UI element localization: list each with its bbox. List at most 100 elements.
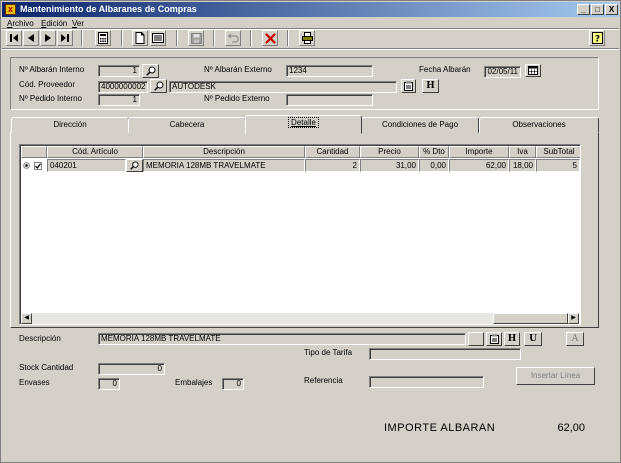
card-file-icon xyxy=(489,334,499,344)
horizontal-scrollbar[interactable]: ◀ ▶ xyxy=(21,313,579,324)
tab-direccion[interactable]: Dirección xyxy=(11,117,129,133)
albaran-externo-field[interactable]: 1234 xyxy=(286,65,373,77)
insertar-linea-button[interactable]: Insertar Línea xyxy=(516,367,595,385)
grid-cell-codigo[interactable]: 040201 xyxy=(47,159,126,172)
last-record-button[interactable] xyxy=(57,30,73,46)
embalajes-field[interactable]: 0 xyxy=(222,378,244,390)
tab-observaciones[interactable]: Observaciones xyxy=(479,117,599,133)
pedido-interno-label: Nº Pedido Interno xyxy=(19,94,82,103)
toolbar-separator xyxy=(287,30,289,46)
print-button[interactable] xyxy=(299,30,315,46)
card-file-icon xyxy=(404,81,413,91)
grid-cell-importe[interactable]: 62,00 xyxy=(449,159,509,172)
new-document-button[interactable] xyxy=(132,30,148,46)
detail-grid[interactable]: Cód. Artículo Descripción Cantidad Preci… xyxy=(19,144,581,325)
delete-button[interactable] xyxy=(262,30,278,46)
grid-header-cantidad[interactable]: Cantidad xyxy=(305,146,360,158)
grid-header-importe[interactable]: Importe xyxy=(449,146,509,158)
grid-header-subtotal[interactable]: SubTotal xyxy=(536,146,580,158)
grid-header-dto[interactable]: % Dto xyxy=(419,146,449,158)
grid-cell-dto[interactable]: 0,00 xyxy=(419,159,449,172)
envases-label: Envases xyxy=(19,378,50,387)
pedido-externo-field[interactable] xyxy=(286,94,373,106)
minimize-button[interactable]: _ xyxy=(577,4,590,15)
undo-icon xyxy=(227,33,239,43)
calculator-button[interactable] xyxy=(95,30,111,46)
proveedor-card-button[interactable] xyxy=(401,79,416,93)
proveedor-history-button[interactable]: H xyxy=(422,79,439,93)
tipo-tarifa-label: Tipo de Tarifa xyxy=(304,348,353,357)
first-record-icon xyxy=(10,34,18,42)
toolbar-separator xyxy=(81,30,83,46)
toolbar-separator-line xyxy=(2,48,619,50)
help-button[interactable]: ? xyxy=(589,30,605,46)
calendar-button[interactable] xyxy=(525,64,541,77)
albaran-interno-label: Nº Albarán Interno xyxy=(19,65,85,74)
title-bar[interactable]: x Mantenimiento de Albaranes de Compras … xyxy=(2,2,619,17)
proveedor-name-field[interactable]: AUTODESK xyxy=(169,81,397,93)
grid-search-articulo-button[interactable] xyxy=(126,159,143,172)
grid-cell-descripcion[interactable]: MEMORIA 128MB TRAVELMATE xyxy=(143,159,305,172)
descripcion-extra-button[interactable] xyxy=(468,332,484,346)
search-albaran-button[interactable] xyxy=(142,64,159,78)
previous-record-button[interactable] xyxy=(23,30,39,46)
magnifier-icon xyxy=(153,81,163,91)
tab-condiciones-pago[interactable]: Condiciones de Pago xyxy=(361,117,479,133)
grid-header-iva[interactable]: Iva xyxy=(509,146,536,158)
descripcion-field[interactable]: MEMORIA 128MB TRAVELMATE xyxy=(98,333,466,345)
first-record-button[interactable] xyxy=(6,30,22,46)
articulo-a-button[interactable]: A xyxy=(566,332,584,346)
grid-cell-iva[interactable]: 18,00 xyxy=(509,159,536,172)
calculator-icon xyxy=(98,32,108,44)
tab-detalle[interactable]: Detalle xyxy=(245,115,362,134)
embalajes-label: Embalajes xyxy=(175,378,213,387)
list-button[interactable] xyxy=(150,30,166,46)
stock-cantidad-field[interactable]: 0 xyxy=(98,363,165,375)
scroll-right-button[interactable]: ▶ xyxy=(568,313,579,324)
toolbar-separator xyxy=(121,30,123,46)
search-proveedor-button[interactable] xyxy=(150,79,167,93)
referencia-label: Referencia xyxy=(304,376,343,385)
window-title: Mantenimiento de Albaranes de Compras xyxy=(20,4,197,14)
grid-cell-precio[interactable]: 31,00 xyxy=(360,159,419,172)
toolbar-separator xyxy=(176,30,178,46)
save-button[interactable] xyxy=(188,30,204,46)
tab-cabecera[interactable]: Cabecera xyxy=(128,117,246,133)
fecha-albaran-field[interactable]: 02/05/11 xyxy=(484,66,521,78)
articulo-card-button[interactable] xyxy=(486,332,502,346)
grid-cell-subtotal[interactable]: 5 xyxy=(536,159,580,172)
grid-header-descripcion[interactable]: Descripción xyxy=(143,146,305,158)
grid-header-precio[interactable]: Precio xyxy=(360,146,419,158)
print-icon xyxy=(301,32,313,44)
importe-albaran-label: IMPORTE ALBARAN xyxy=(384,422,496,434)
row-checkbox-icon[interactable] xyxy=(34,162,42,170)
albaran-externo-label: Nº Albarán Externo xyxy=(204,65,272,74)
articulo-history-button[interactable]: H xyxy=(504,332,520,346)
list-icon xyxy=(152,33,164,43)
pedido-externo-label: Nº Pedido Externo xyxy=(204,94,270,103)
scroll-thumb[interactable] xyxy=(493,313,568,324)
referencia-field[interactable] xyxy=(369,376,484,388)
maximize-button[interactable]: □ xyxy=(591,4,604,15)
table-row[interactable] xyxy=(22,161,46,171)
undo-button[interactable] xyxy=(225,30,241,46)
proveedor-label: Cód. Proveedor xyxy=(19,80,76,89)
articulo-u-button[interactable]: U xyxy=(524,332,542,346)
envases-field[interactable]: 0 xyxy=(98,378,120,390)
albaran-interno-field[interactable]: 1 xyxy=(98,65,140,77)
app-icon: x xyxy=(5,4,16,15)
grid-header-codigo[interactable]: Cód. Artículo xyxy=(47,146,143,158)
calendar-icon xyxy=(528,66,538,75)
pedido-interno-field[interactable]: 1 xyxy=(98,94,140,106)
delete-icon xyxy=(264,32,276,44)
proveedor-code-field[interactable]: 4000000002 xyxy=(98,81,148,93)
magnifier-icon xyxy=(145,66,155,76)
main-window: x Mantenimiento de Albaranes de Compras … xyxy=(0,0,621,463)
help-icon: ? xyxy=(591,32,603,44)
close-button[interactable]: X xyxy=(605,4,618,15)
grid-cell-cantidad[interactable]: 2 xyxy=(305,159,360,172)
tipo-tarifa-field[interactable] xyxy=(369,348,521,360)
toolbar-separator xyxy=(213,30,215,46)
next-record-button[interactable] xyxy=(40,30,56,46)
scroll-left-button[interactable]: ◀ xyxy=(21,313,32,324)
